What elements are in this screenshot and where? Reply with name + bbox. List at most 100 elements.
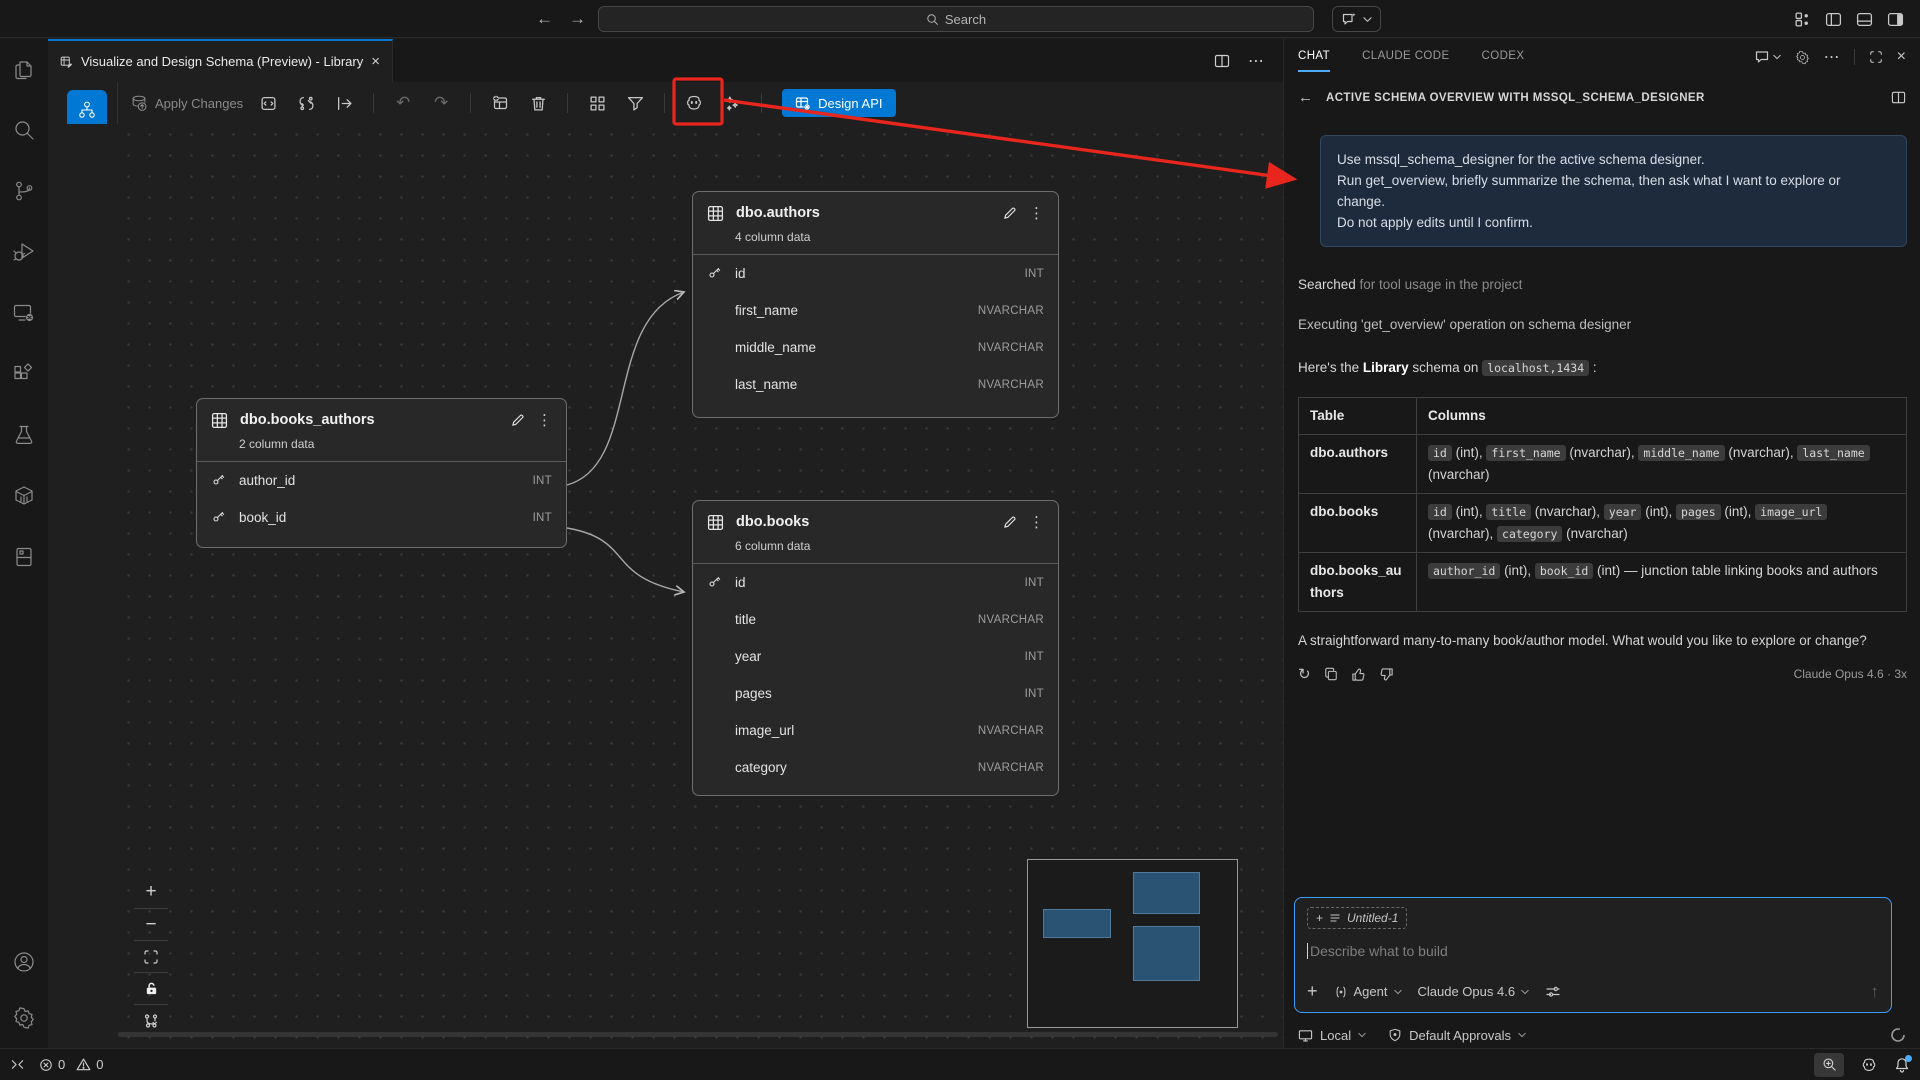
column-row[interactable]: first_nameNVARCHAR [693,292,1058,329]
maximize-panel-icon[interactable] [1869,50,1883,64]
run-debug-icon[interactable] [8,236,40,268]
nav-forward-button[interactable]: → [569,9,586,29]
column-row[interactable]: middle_nameNVARCHAR [693,329,1058,366]
approvals-picker[interactable]: Default Approvals [1388,1028,1526,1043]
column-row[interactable]: yearINT [693,638,1058,675]
chat-input-box[interactable]: + Untitled-1 Describe what to build + Ag… [1294,897,1892,1013]
auto-layout-icon[interactable] [584,90,610,116]
environment-picker[interactable]: Local [1298,1028,1366,1043]
extensions-icon[interactable] [8,358,40,390]
export-diagram-icon[interactable] [255,90,281,116]
lock-icon[interactable] [134,972,168,1004]
column-row[interactable]: titleNVARCHAR [693,601,1058,638]
thumbs-down-icon[interactable] [1379,667,1394,682]
tab-schema-designer[interactable]: Visualize and Design Schema (Preview) - … [48,39,393,82]
account-icon[interactable] [8,946,40,978]
column-row[interactable]: categoryNVARCHAR [693,749,1058,786]
send-icon[interactable]: ↑ [1871,982,1880,1002]
copilot-schema-icon[interactable] [681,90,707,116]
publish-database-icon [130,94,148,112]
chat-more-icon[interactable]: ⋯ [1824,47,1840,67]
container-icon[interactable] [8,480,40,512]
remote-indicator-icon[interactable] [10,1057,25,1072]
expand-panel-icon[interactable] [331,90,357,116]
tab-chat[interactable]: CHAT [1298,50,1330,72]
table-node-books[interactable]: dbo.books ⋮ 6 column data idINT titleNVA… [692,500,1059,796]
customize-layout-icon[interactable] [1794,11,1811,28]
delete-table-icon[interactable] [525,90,551,116]
copilot-menu-button[interactable] [1332,6,1381,32]
chevron-down-icon [1773,54,1781,60]
column-row[interactable]: last_nameNVARCHAR [693,366,1058,403]
filter-icon[interactable] [622,90,648,116]
context-attachment-chip[interactable]: + Untitled-1 [1307,907,1407,929]
search-sidebar-icon[interactable] [8,114,40,146]
chat-input-placeholder[interactable]: Describe what to build [1307,943,1879,959]
source-control-icon[interactable] [8,175,40,207]
attach-icon[interactable]: + [1307,981,1318,1002]
toggle-primary-sidebar-icon[interactable] [1825,11,1842,28]
testing-icon[interactable] [8,419,40,451]
table-more-icon[interactable]: ⋮ [537,411,552,429]
toggle-panel-icon[interactable] [1856,11,1873,28]
edit-table-pencil-icon[interactable] [510,413,525,428]
problems-indicator[interactable]: 0 0 [39,1057,103,1072]
fit-screen-icon[interactable] [134,940,168,972]
column-row[interactable]: book_idINT [197,499,566,536]
tab-claude-code[interactable]: CLAUDE CODE [1362,50,1449,72]
user-message[interactable]: Use mssql_schema_designer for the active… [1320,135,1907,247]
tab-close-icon[interactable]: × [371,53,380,70]
table-more-icon[interactable]: ⋮ [1029,204,1044,222]
column-header: Table [1299,398,1417,435]
zoom-in-button[interactable]: + [134,876,168,908]
edit-table-pencil-icon[interactable] [1002,515,1017,530]
table-node-authors[interactable]: dbo.authors ⋮ 4 column data idINT first_… [692,191,1059,418]
column-row[interactable]: author_idINT [197,462,566,499]
model-picker[interactable]: Claude Opus 4.6 [1418,984,1530,999]
tools-config-icon[interactable] [1545,984,1561,1000]
open-in-editor-icon[interactable] [1891,90,1906,105]
tab-codex[interactable]: CODEX [1482,50,1525,72]
edit-table-pencil-icon[interactable] [1002,206,1017,221]
new-chat-button[interactable] [1754,49,1781,65]
table-node-books-authors[interactable]: dbo.books_authors ⋮ 2 column data author… [196,398,567,548]
explorer-icon[interactable] [8,53,40,85]
copilot-status-icon[interactable] [1860,1056,1878,1074]
apply-changes-button[interactable]: Apply Changes [130,94,243,112]
zoom-status-button[interactable] [1814,1053,1844,1077]
sparkle-route-icon[interactable] [719,90,745,116]
agent-mode-icon [1334,985,1348,999]
redo-icon[interactable]: ↷ [428,90,454,116]
copy-icon[interactable] [1324,667,1338,681]
undo-icon[interactable]: ↶ [390,90,416,116]
toggle-secondary-sidebar-icon[interactable] [1887,11,1904,28]
compare-schema-icon[interactable] [293,90,319,116]
design-api-button[interactable]: Design API [782,89,895,117]
add-table-icon[interactable] [487,90,513,116]
minimap[interactable] [1027,859,1238,1028]
mode-picker[interactable]: Agent [1334,984,1402,999]
horizontal-scrollbar[interactable] [118,1032,1278,1037]
remote-explorer-icon[interactable] [8,297,40,329]
database-icon[interactable] [8,541,40,573]
nav-back-button[interactable]: ← [536,9,553,29]
command-center-search[interactable]: Search [598,6,1314,32]
column-row[interactable]: idINT [693,255,1058,292]
settings-gear-icon[interactable] [8,1002,40,1034]
close-panel-icon[interactable]: × [1897,48,1906,66]
editor-more-actions-icon[interactable]: ⋯ [1248,51,1265,71]
column-row[interactable]: idINT [693,564,1058,601]
column-row[interactable]: image_urlNVARCHAR [693,712,1058,749]
zoom-out-button[interactable]: − [134,908,168,940]
column-row[interactable]: pagesINT [693,675,1058,712]
back-icon[interactable]: ← [1298,89,1313,106]
notifications-button[interactable] [1894,1057,1910,1073]
table-icon [211,412,228,429]
table-more-icon[interactable]: ⋮ [1029,513,1044,531]
chevron-down-icon [1358,1032,1366,1038]
schema-canvas[interactable]: dbo.books_authors ⋮ 2 column data author… [48,124,1283,1048]
split-editor-icon[interactable] [1214,53,1230,69]
retry-icon[interactable]: ↻ [1298,665,1311,683]
chat-settings-gear-icon[interactable] [1795,50,1810,65]
thumbs-up-icon[interactable] [1351,667,1366,682]
